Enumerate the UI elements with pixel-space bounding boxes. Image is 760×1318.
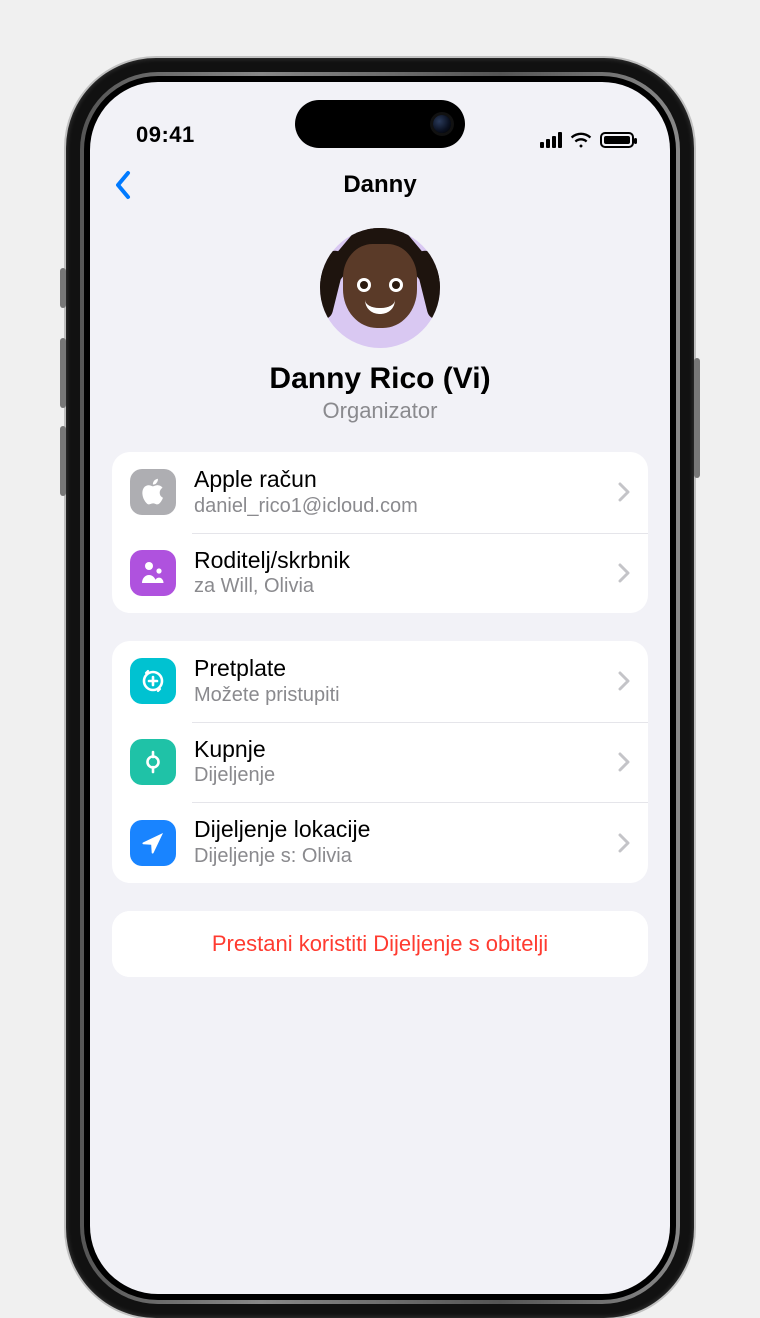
row-title: Roditelj/skrbnik [194, 547, 600, 575]
side-button [694, 358, 700, 478]
profile-role: Organizator [323, 398, 438, 424]
screen: 09:41 [90, 82, 670, 1294]
chevron-right-icon [618, 671, 630, 691]
row-subscriptions[interactable]: Pretplate Možete pristupiti [112, 641, 648, 722]
dynamic-island [295, 100, 465, 148]
stop-family-sharing-button[interactable]: Prestani koristiti Dijeljenje s obitelji [112, 911, 648, 977]
cellular-signal-icon [540, 132, 562, 148]
silence-switch [60, 268, 66, 308]
chevron-left-icon [114, 170, 132, 200]
location-icon [130, 820, 176, 866]
navigation-bar: Danny [90, 156, 670, 214]
row-purchases[interactable]: Kupnje Dijeljenje [112, 722, 648, 803]
iphone-device-frame: 09:41 [66, 58, 694, 1318]
guardian-icon [130, 550, 176, 596]
status-time: 09:41 [136, 122, 195, 148]
volume-down-button [60, 426, 66, 496]
row-title: Kupnje [194, 736, 600, 764]
page-title: Danny [343, 171, 416, 199]
avatar[interactable] [320, 228, 440, 348]
account-group: Apple račun daniel_rico1@icloud.com Rodi… [112, 452, 648, 613]
memoji-icon [343, 244, 417, 328]
back-button[interactable] [108, 164, 138, 206]
row-title: Dijeljenje lokacije [194, 816, 600, 844]
chevron-right-icon [618, 482, 630, 502]
profile-header: Danny Rico (Vi) Organizator [90, 214, 670, 452]
wifi-icon [570, 132, 592, 148]
row-apple-account[interactable]: Apple račun daniel_rico1@icloud.com [112, 452, 648, 533]
purchases-icon [130, 739, 176, 785]
row-subtitle: Dijeljenje s: Olivia [194, 844, 600, 869]
battery-icon [600, 132, 634, 148]
row-subtitle: za Will, Olivia [194, 574, 600, 599]
profile-name: Danny Rico (Vi) [269, 362, 490, 396]
row-subtitle: Možete pristupiti [194, 683, 600, 708]
row-guardian[interactable]: Roditelj/skrbnik za Will, Olivia [112, 533, 648, 614]
chevron-right-icon [618, 833, 630, 853]
apple-icon [130, 469, 176, 515]
row-location-sharing[interactable]: Dijeljenje lokacije Dijeljenje s: Olivia [112, 802, 648, 883]
chevron-right-icon [618, 563, 630, 583]
row-title: Pretplate [194, 655, 600, 683]
volume-up-button [60, 338, 66, 408]
row-subtitle: Dijeljenje [194, 763, 600, 788]
subscriptions-icon [130, 658, 176, 704]
sharing-group: Pretplate Možete pristupiti Kupnje [112, 641, 648, 883]
chevron-right-icon [618, 752, 630, 772]
row-subtitle: daniel_rico1@icloud.com [194, 494, 600, 519]
row-title: Apple račun [194, 466, 600, 494]
stop-sharing-group: Prestani koristiti Dijeljenje s obitelji [112, 911, 648, 977]
front-camera-icon [433, 115, 451, 133]
